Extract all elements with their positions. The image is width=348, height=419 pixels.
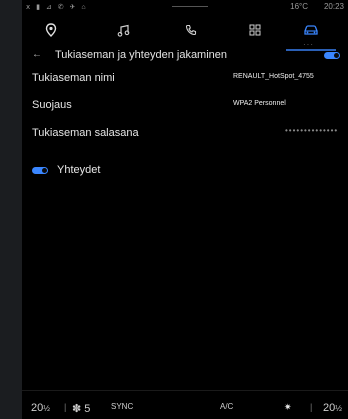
- notch-line: [172, 6, 208, 7]
- ac-button[interactable]: A/C: [220, 402, 233, 411]
- bottom-divider: [22, 390, 348, 391]
- fan-control[interactable]: ✽ 5: [72, 402, 90, 415]
- sync-button[interactable]: SYNC: [111, 402, 133, 411]
- tab-vehicle[interactable]: [286, 19, 336, 51]
- security-value: WPA2 Personnel: [233, 100, 286, 107]
- location-pin-icon: [45, 23, 57, 37]
- password-row[interactable]: Tukiaseman salasana ••••••••••••••: [32, 126, 348, 141]
- fan-level: 5: [84, 403, 91, 415]
- tab-navigation[interactable]: [38, 19, 64, 41]
- connections-toggle[interactable]: [32, 166, 48, 174]
- more-dots-icon: ···: [303, 40, 314, 49]
- tab-phone[interactable]: [178, 19, 204, 41]
- separator: |: [64, 402, 67, 412]
- outside-temperature: 16°C: [290, 2, 308, 11]
- hotspot-name-row[interactable]: Tukiaseman nimi RENAULT_HotSpot_4755: [32, 72, 348, 86]
- status-bar: ⅹ ▮ ⊿ ✆ ✈ ⌂ 16°C 20:23: [22, 0, 348, 14]
- hotspot-name-label: Tukiaseman nimi: [32, 72, 115, 84]
- phone-icon: [185, 24, 197, 36]
- clock: 20:23: [323, 2, 344, 11]
- tab-music[interactable]: [110, 19, 136, 41]
- hotspot-toggle[interactable]: [324, 52, 340, 59]
- music-note-icon: [117, 24, 129, 37]
- fan-icon: ✽: [72, 403, 82, 415]
- connections-label: Yhteydet: [57, 164, 101, 176]
- apps-grid-icon: [249, 24, 261, 36]
- right-temperature[interactable]: 20½: [323, 402, 342, 414]
- right-temperature-value: 20: [323, 402, 336, 414]
- back-arrow-icon[interactable]: ←: [32, 49, 42, 60]
- left-temperature[interactable]: 20½: [31, 402, 50, 414]
- password-value: ••••••••••••••: [285, 126, 339, 135]
- password-label: Tukiaseman salasana: [32, 127, 139, 139]
- page-header: ← Tukiaseman ja yhteyden jakaminen ···: [22, 40, 348, 64]
- climate-bar: 20½ | ✽ 5 SYNC A/C ✷ | 20½: [22, 392, 348, 419]
- car-icon: [304, 25, 318, 35]
- status-icons: ⅹ ▮ ⊿ ✆ ✈ ⌂: [26, 4, 88, 11]
- tab-apps[interactable]: [242, 19, 268, 41]
- security-label: Suojaus: [32, 99, 72, 111]
- connections-row[interactable]: Yhteydet: [32, 163, 100, 177]
- hotspot-name-value: RENAULT_HotSpot_4755: [233, 73, 314, 80]
- left-temperature-value: 20: [31, 402, 44, 414]
- separator-right: |: [310, 402, 313, 412]
- page-title: Tukiaseman ja yhteyden jakaminen: [55, 49, 228, 61]
- security-row[interactable]: Suojaus WPA2 Personnel: [32, 99, 348, 113]
- top-nav-tabs: [22, 17, 348, 51]
- seat-heat-icon[interactable]: ✷: [284, 402, 292, 413]
